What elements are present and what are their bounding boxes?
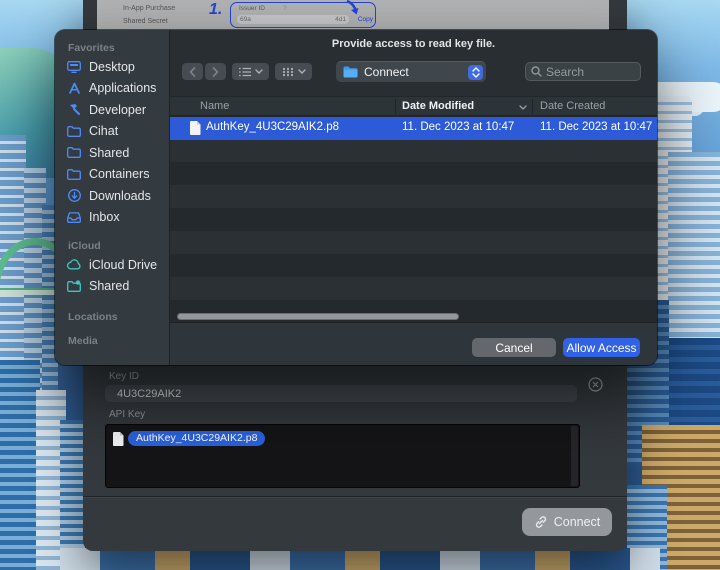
column-header-date-modified[interactable]: Date Modified [402, 100, 474, 112]
sidebar-item-label: iCloud Drive [89, 258, 157, 272]
search-input[interactable] [546, 65, 635, 79]
sidebar-item-label: Shared [89, 146, 129, 160]
sidebar-item-shared[interactable]: Shared [55, 142, 169, 164]
clear-icon[interactable] [588, 377, 603, 392]
sidebar-item-label: Developer [89, 103, 146, 117]
folder-icon [66, 126, 82, 137]
panel-title: Provide access to read key file. [170, 38, 657, 50]
sidebar-item-label: Applications [89, 81, 156, 95]
folder-icon [343, 66, 358, 78]
sidebar-item-icloud-shared[interactable]: Shared [55, 276, 169, 298]
list-view-icon [239, 67, 251, 77]
key-id-input[interactable] [105, 385, 577, 402]
wallpaper-building [0, 360, 40, 570]
chevron-right-icon [212, 67, 219, 77]
column-divider [395, 99, 396, 114]
sidebar-item-cihat[interactable]: Cihat [55, 121, 169, 143]
api-key-file-chip[interactable]: AuthKey_4U3C29AIK2.p8 [128, 431, 265, 446]
sidebar-section-favorites: Favorites [55, 40, 169, 56]
sidebar-item-label: Inbox [89, 210, 120, 224]
download-circle-icon [66, 189, 82, 202]
sidebar-item-label: Containers [89, 167, 149, 181]
file-date-created: 11. Dec 2023 at 10:47 [540, 121, 652, 133]
sidebar-item-containers[interactable]: Containers [55, 164, 169, 186]
folder-icon [66, 169, 82, 180]
tray-icon [66, 212, 82, 223]
sidebar-section-media: Media [55, 333, 169, 349]
sort-chevron-icon [519, 101, 527, 113]
sidebar-section-locations: Locations [55, 309, 169, 325]
issuer-id-prefix: 69a [240, 16, 251, 23]
connect-button[interactable]: Connect [522, 508, 612, 536]
file-icon [190, 121, 201, 135]
back-button[interactable] [182, 63, 203, 80]
folder-icon [66, 147, 82, 158]
hammer-icon [66, 103, 82, 116]
location-popup[interactable]: Connect [336, 61, 486, 82]
chevron-down-icon [255, 69, 263, 74]
column-divider [532, 99, 533, 114]
sidebar-item-inbox[interactable]: Inbox [55, 207, 169, 229]
list-header: Name Date Modified Date Created [170, 96, 657, 116]
sidebar-item-label: Downloads [89, 189, 151, 203]
key-id-label: Key ID [109, 371, 139, 382]
chevron-left-icon [189, 67, 196, 77]
chevron-down-icon [298, 69, 306, 74]
divider [83, 496, 627, 497]
allow-access-button[interactable]: Allow Access [563, 338, 640, 357]
panel-content: Provide access to read key file. Connect [170, 30, 657, 365]
search-icon [531, 66, 542, 77]
sidebar-item-label: Desktop [89, 60, 135, 74]
file-date-modified: 11. Dec 2023 at 10:47 [402, 121, 514, 133]
cloud-icon [66, 259, 82, 270]
file-list: AuthKey_4U3C29AIK2.p8 11. Dec 2023 at 10… [170, 116, 657, 322]
connect-button-label: Connect [554, 515, 601, 529]
tutorial-label-secret: Shared Secret [123, 18, 168, 25]
link-icon [534, 515, 548, 529]
desktop-icon [66, 61, 82, 73]
sidebar-item-icloud-drive[interactable]: iCloud Drive [55, 254, 169, 276]
screen: In-App Purchase Shared Secret 1. Issuer … [0, 0, 720, 570]
cancel-button[interactable]: Cancel [472, 338, 556, 357]
shared-folder-icon [66, 280, 82, 292]
horizontal-scrollbar[interactable] [177, 313, 459, 320]
issuer-id-label: Issuer ID [239, 5, 265, 12]
popup-stepper-icon [468, 65, 483, 80]
open-panel-dialog: Favorites Desktop Applications Developer… [55, 30, 657, 365]
group-view-button[interactable] [275, 63, 312, 80]
help-icon: ? [283, 5, 287, 12]
location-popup-label: Connect [364, 65, 468, 79]
applications-icon [66, 82, 82, 95]
tutorial-label-inapp: In-App Purchase [123, 5, 175, 12]
sidebar-item-developer[interactable]: Developer [55, 99, 169, 121]
column-header-name[interactable]: Name [200, 100, 229, 112]
column-header-date-created[interactable]: Date Created [540, 100, 605, 112]
api-key-label: API Key [109, 409, 145, 420]
list-view-button[interactable] [232, 63, 269, 80]
file-icon [113, 432, 124, 446]
api-key-dropzone[interactable]: AuthKey_4U3C29AIK2.p8 [105, 424, 580, 488]
tutorial-screenshot: In-App Purchase Shared Secret 1. Issuer … [97, 0, 609, 30]
file-row-selected[interactable]: AuthKey_4U3C29AIK2.p8 11. Dec 2023 at 10… [170, 117, 657, 140]
sidebar-item-label: Shared [89, 279, 129, 293]
scrollbar-track[interactable] [571, 426, 578, 486]
arrow-icon [343, 0, 363, 18]
sidebar-item-applications[interactable]: Applications [55, 78, 169, 100]
step-number: 1. [209, 1, 222, 19]
sidebar-item-desktop[interactable]: Desktop [55, 56, 169, 78]
sidebar-item-downloads[interactable]: Downloads [55, 185, 169, 207]
forward-button[interactable] [205, 63, 226, 80]
sidebar-section-icloud: iCloud [55, 238, 169, 254]
issuer-id-value-bar: 69a 4d1 [237, 15, 349, 24]
search-field[interactable] [525, 62, 641, 81]
file-name: AuthKey_4U3C29AIK2.p8 [206, 121, 339, 133]
wallpaper-skyline-strip [60, 548, 660, 570]
sidebar: Favorites Desktop Applications Developer… [55, 30, 170, 365]
dialog-footer: Cancel Allow Access [170, 322, 657, 365]
grid-view-icon [282, 67, 294, 77]
sidebar-item-label: Cihat [89, 124, 118, 138]
